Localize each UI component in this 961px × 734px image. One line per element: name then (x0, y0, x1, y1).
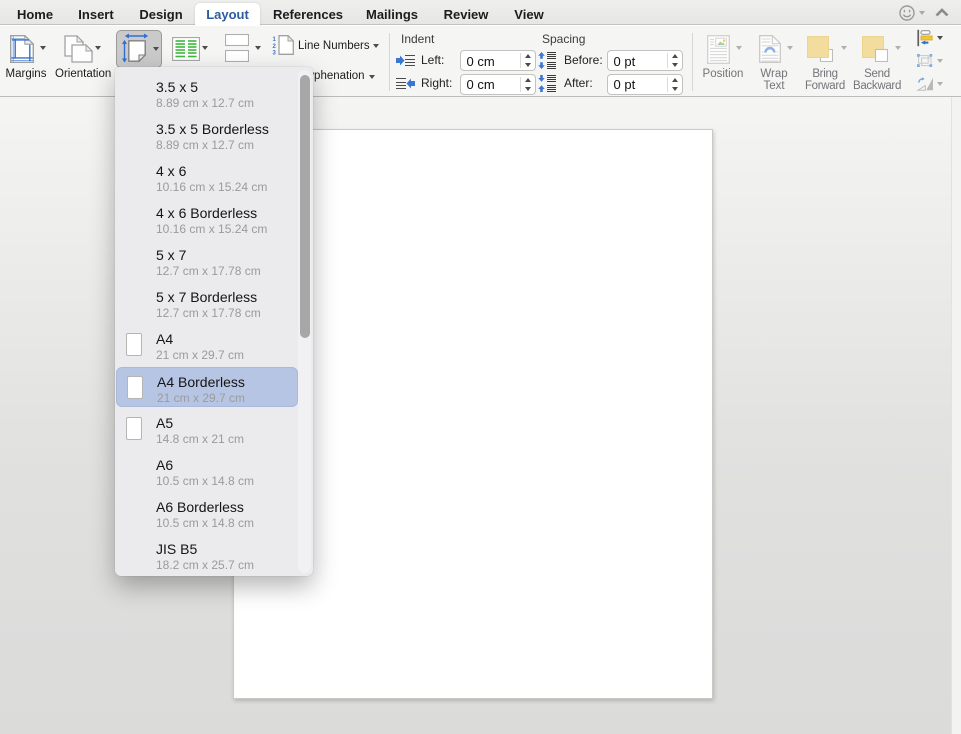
svg-text:2: 2 (273, 44, 277, 50)
svg-text:1: 1 (273, 37, 277, 43)
svg-text:3: 3 (273, 51, 277, 56)
